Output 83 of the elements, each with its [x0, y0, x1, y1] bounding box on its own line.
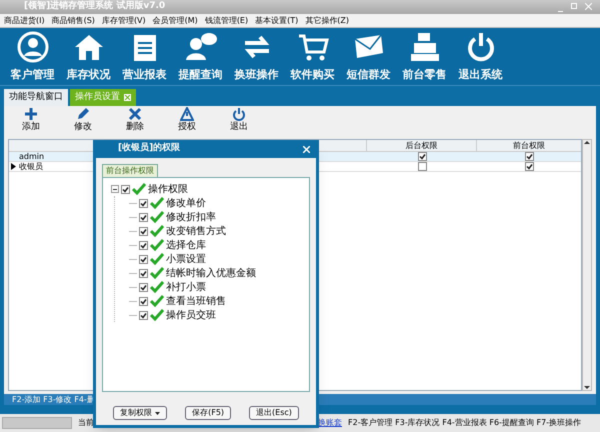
nav-button[interactable]: 营业报表 [118, 30, 171, 84]
checkbox[interactable] [139, 268, 148, 278]
checkbox[interactable] [139, 282, 148, 292]
checkbox[interactable] [139, 254, 148, 264]
checkbox[interactable] [121, 184, 130, 194]
menu-item[interactable]: 其它操作(Z) [305, 14, 349, 26]
tree-item-label[interactable]: 操作权限 [148, 182, 188, 196]
menu-item[interactable]: 库存管理(V) [102, 14, 146, 26]
close-icon[interactable] [303, 146, 310, 152]
table-cell-text: 收银员 [18, 162, 43, 171]
checkbox[interactable] [139, 240, 148, 250]
checkbox[interactable] [139, 198, 148, 208]
scroll-up-icon[interactable] [584, 140, 590, 144]
tick-icon [150, 295, 164, 307]
nav-button[interactable]: 换班操作 [230, 30, 283, 84]
dialog-button[interactable]: 复制权限 [113, 406, 168, 420]
window-title: [领智]进销存管理系统 试用版v7.0 [24, 0, 166, 14]
close-tab-icon[interactable] [124, 94, 131, 101]
checkbox[interactable] [139, 212, 148, 222]
menu-item[interactable]: 商品销售(S) [52, 14, 95, 26]
user-icon [16, 30, 50, 64]
table-cell-text: admin [18, 152, 44, 161]
pencil-icon [76, 107, 90, 122]
menu-item[interactable]: 商品进货(I) [4, 14, 45, 26]
tree-item-label[interactable]: 选择仓库 [166, 238, 206, 252]
checkbox[interactable] [418, 152, 426, 161]
column-header[interactable]: 后台权限 [367, 140, 477, 151]
checkbox[interactable] [139, 296, 148, 306]
tick-icon [150, 211, 164, 223]
checkbox[interactable] [524, 152, 534, 161]
tree-item-label[interactable]: 查看当班销售 [166, 294, 226, 308]
dialog-button[interactable]: 退出(Esc) [249, 406, 299, 420]
toolbar-button[interactable]: 修改 [70, 107, 96, 135]
checkbox[interactable] [524, 162, 534, 171]
tree-item-label[interactable]: 操作员交班 [166, 308, 216, 322]
toolbar-button[interactable]: 授权 [174, 107, 200, 135]
tree-item-label[interactable]: 改变销售方式 [166, 224, 226, 238]
menu-item[interactable]: 会员管理(M) [152, 14, 198, 26]
toolbar-button[interactable]: 退出 [226, 107, 252, 135]
nav-button[interactable]: 短信群发 [342, 30, 395, 84]
nav-button[interactable]: 库存状况 [62, 30, 115, 84]
tree-item-label[interactable]: 修改折扣率 [166, 210, 216, 224]
toolbar-button[interactable]: 删除 [122, 107, 148, 135]
nav-button[interactable]: 软件购买 [286, 30, 339, 84]
status-hotkeys: F2-客户管理 F3-库存状况 F4-营业报表 F6-提醒查询 F7-换班操作 [348, 417, 582, 429]
tick-icon [150, 267, 164, 279]
nav-button[interactable]: 前台零售 [398, 30, 451, 84]
tick-icon [150, 239, 164, 251]
checkbox[interactable] [139, 310, 148, 320]
menu-item[interactable]: 基本设置(T) [255, 14, 298, 26]
power-icon [232, 107, 246, 122]
checkbox[interactable] [418, 162, 426, 171]
tree-item-label[interactable]: 小票设置 [166, 252, 206, 266]
tick-icon [150, 281, 164, 293]
plus-icon [24, 107, 38, 122]
tab[interactable]: 功能导航窗口 [4, 89, 68, 106]
tree-item-label[interactable]: 修改单价 [166, 196, 206, 210]
tick-icon [150, 309, 164, 321]
nav-button[interactable]: 提醒查询 [174, 30, 227, 84]
nav-button[interactable]: 客户管理 [6, 30, 59, 84]
collapse-toggle-icon[interactable] [111, 185, 119, 193]
dialog-title: [收银员]的权限 [118, 142, 180, 156]
column-header[interactable]: 前台权限 [477, 140, 581, 151]
tree-item-label[interactable]: 结帐时输入优惠金额 [166, 266, 256, 280]
status-text: 当前 [78, 417, 94, 429]
menu-item[interactable]: 钱流管理(E) [204, 14, 248, 26]
warning-icon [180, 107, 194, 122]
tree-item-label[interactable]: 补打小票 [166, 280, 206, 294]
delete-icon [128, 107, 142, 122]
tab[interactable]: 前台操作权限 [102, 164, 158, 177]
nav-button[interactable]: 退出系统 [454, 30, 507, 84]
tick-icon [132, 183, 146, 195]
switch-account-link[interactable]: 换账套 [318, 417, 342, 429]
scroll-down-icon[interactable] [584, 386, 590, 390]
dialog-button[interactable]: 保存(F5) [185, 406, 232, 420]
tick-icon [150, 197, 164, 209]
status-panel [2, 417, 72, 429]
scrollbar[interactable] [582, 139, 592, 391]
tick-icon [150, 225, 164, 237]
toolbar-button[interactable]: 添加 [18, 107, 44, 135]
checkbox[interactable] [139, 226, 148, 236]
row-pointer-icon [10, 163, 16, 170]
tick-icon [150, 253, 164, 265]
